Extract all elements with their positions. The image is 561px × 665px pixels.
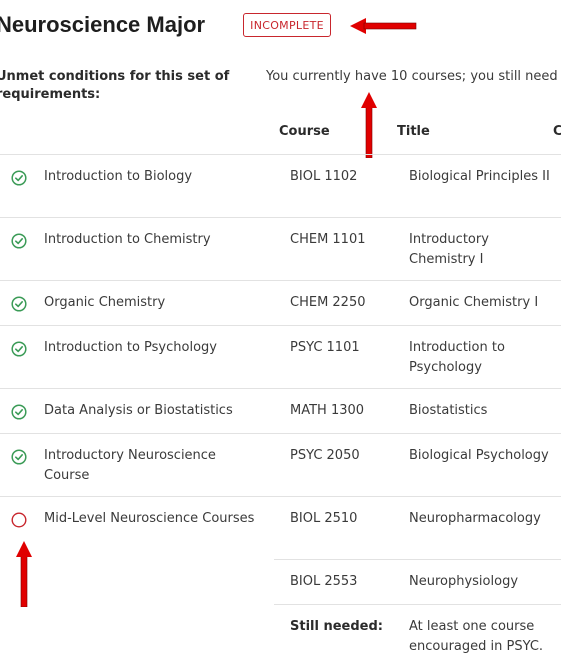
check-circle-icon — [11, 449, 27, 465]
requirement-label: Introductory Neuroscience Course — [44, 448, 216, 483]
course-title: Introductory Chemistry I — [409, 232, 489, 267]
column-header-course: Course — [279, 124, 330, 139]
course-title: Introduction to Psychology — [409, 340, 505, 375]
empty-circle-icon — [11, 512, 27, 528]
course-code: BIOL 1102 — [290, 169, 358, 184]
row-divider — [0, 433, 561, 434]
check-circle-icon — [11, 404, 27, 420]
course-code: CHEM 1101 — [290, 232, 366, 247]
annotation-arrow-left — [350, 18, 417, 34]
check-circle-icon — [11, 296, 27, 312]
course-code: BIOL 2510 — [290, 511, 358, 526]
course-code: BIOL 2553 — [290, 574, 358, 589]
row-divider — [0, 388, 561, 389]
column-header-title: Title — [397, 124, 430, 139]
course-title: Biological Principles II — [409, 169, 550, 184]
status-badge: INCOMPLETE — [243, 13, 331, 37]
requirement-label: Introduction to Psychology — [44, 340, 217, 355]
requirement-label: Introduction to Biology — [44, 169, 193, 184]
row-divider — [274, 604, 561, 605]
course-code: PSYC 2050 — [290, 448, 360, 463]
course-title: Neuropharmacology — [409, 511, 541, 526]
row-divider — [0, 217, 561, 218]
row-divider — [0, 280, 561, 281]
check-circle-icon — [11, 341, 27, 357]
course-title: Biostatistics — [409, 403, 488, 418]
row-divider — [0, 325, 561, 326]
course-code: PSYC 1101 — [290, 340, 360, 355]
course-title: Biological Psychology — [409, 448, 549, 463]
row-divider — [0, 496, 561, 497]
column-header-extra: C — [553, 124, 561, 139]
requirement-label: Organic Chemistry — [44, 295, 166, 310]
requirement-label: Introduction to Chemistry — [44, 232, 211, 247]
course-code: CHEM 2250 — [290, 295, 366, 310]
still-needed-label: Still needed: — [290, 619, 383, 634]
course-title: Neurophysiology — [409, 574, 519, 589]
degree-audit-page: Neuroscience Major INCOMPLETE Unmet cond… — [0, 0, 561, 665]
check-circle-icon — [11, 233, 27, 249]
check-circle-icon — [11, 170, 27, 186]
annotation-arrow-up-2 — [16, 541, 32, 607]
table-divider — [0, 154, 561, 155]
courses-count-text: You currently have 10 courses; you still… — [266, 69, 558, 84]
requirement-label: Data Analysis or Biostatistics — [44, 403, 233, 418]
still-needed-text: At least one course encouraged in PSYC. — [409, 619, 544, 654]
requirement-label: Mid-Level Neuroscience Courses — [44, 511, 255, 526]
unmet-conditions-label: Unmet conditions for this set of require… — [0, 69, 230, 102]
page-title: Neuroscience Major — [0, 12, 206, 37]
annotation-arrow-up-1 — [361, 92, 377, 158]
course-code: MATH 1300 — [290, 403, 365, 418]
row-divider — [274, 559, 561, 560]
course-title: Organic Chemistry I — [409, 295, 539, 310]
